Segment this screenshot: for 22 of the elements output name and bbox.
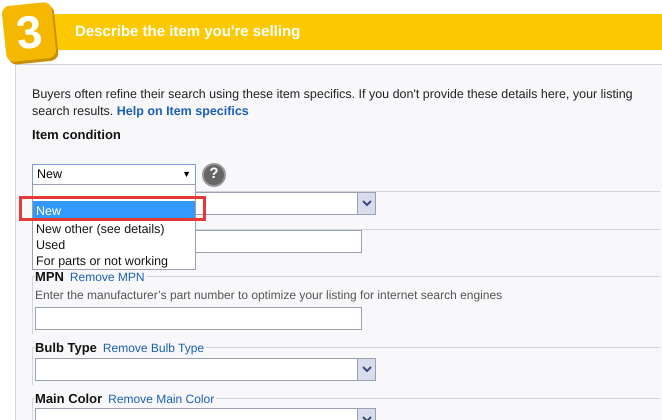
field-label: Main Color bbox=[35, 390, 102, 408]
field-label: Bulb Type bbox=[35, 339, 97, 357]
remove-link[interactable]: Remove Bulb Type bbox=[102, 339, 204, 357]
help-link[interactable]: Help on Item specifics bbox=[116, 104, 249, 118]
help-icon[interactable]: ? bbox=[202, 162, 226, 186]
section-title: Describe the item you're selling bbox=[75, 22, 300, 42]
remove-link[interactable]: Remove Main Color bbox=[108, 390, 214, 408]
chevron-icon bbox=[357, 192, 375, 214]
condition-label: Item condition bbox=[32, 126, 122, 144]
caret-icon: ▼ bbox=[182, 168, 191, 182]
chevron-icon bbox=[357, 358, 375, 380]
intro-text: Buyers often refine their search using these item specifics. If you don't provide these details here, your listing search results. Help on Item specifics bbox=[32, 86, 634, 120]
dropdown-option[interactable]: Used bbox=[33, 236, 195, 252]
field-label: MPN bbox=[35, 268, 64, 286]
condition-select[interactable]: New ▼ bbox=[32, 164, 196, 185]
input-field[interactable] bbox=[35, 306, 362, 330]
dropdown-option[interactable]: New other (see details) bbox=[33, 220, 195, 236]
step-badge: 3 bbox=[1, 2, 57, 62]
select-field[interactable] bbox=[35, 358, 376, 380]
remove-link[interactable]: Remove MPN bbox=[70, 268, 145, 286]
field-hint: Enter the manufacturer’s part number to optimize your listing for internet search engines bbox=[35, 287, 504, 304]
dropdown-option[interactable]: For parts or not working bbox=[33, 252, 195, 268]
